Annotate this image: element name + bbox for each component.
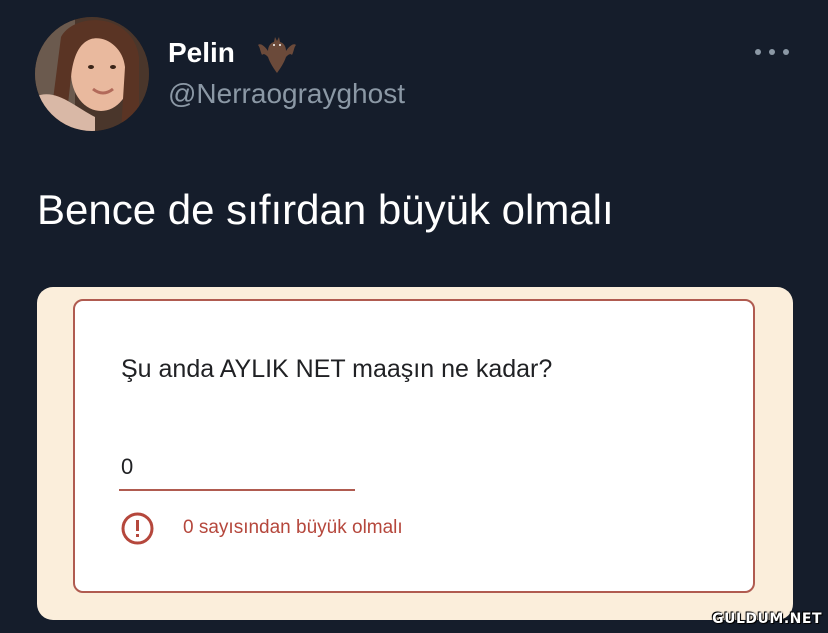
watermark: GULDUM.NET [712, 611, 822, 627]
author-display-name[interactable]: Pelin [168, 37, 235, 69]
form-question: Şu anda AYLIK NET maaşın ne kadar? [121, 355, 553, 383]
more-horizontal-icon[interactable] [753, 40, 791, 64]
author-username[interactable]: @Nerraograyghost [168, 78, 405, 110]
bat-icon [256, 33, 298, 75]
form-question-card: Şu anda AYLIK NET maaşın ne kadar? 0 say… [73, 299, 755, 593]
error-message: 0 sayısından büyük olmalı [183, 517, 403, 538]
tweet-text: Bence de sıfırdan büyük olmalı [37, 186, 614, 233]
tweet-media[interactable]: Şu anda AYLIK NET maaşın ne kadar? 0 say… [37, 287, 793, 620]
error-circle-icon [121, 512, 154, 545]
avatar[interactable] [35, 17, 149, 131]
answer-input[interactable] [119, 451, 355, 491]
